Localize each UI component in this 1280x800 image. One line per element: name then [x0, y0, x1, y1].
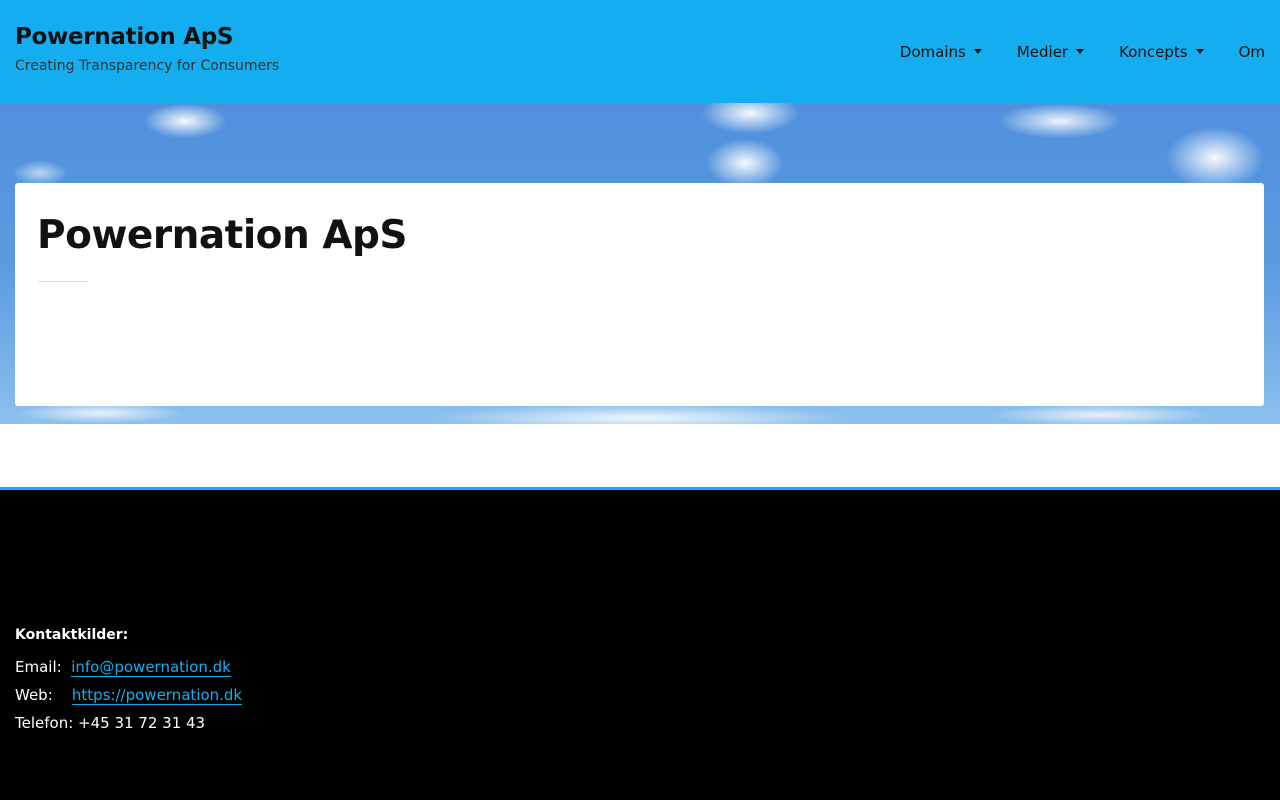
nav-item-om[interactable]: Om [1239, 43, 1265, 61]
web-label: Web: [15, 686, 53, 704]
content-spacer [0, 424, 1280, 487]
page-title: Powernation ApS [37, 213, 408, 258]
email-row: Email: info@powernation.dk [15, 653, 242, 681]
nav-item-medier[interactable]: Medier [1016, 43, 1085, 61]
brand-title-link[interactable]: Powernation ApS [15, 24, 233, 50]
contact-block: Kontaktkilder: Email: info@powernation.d… [15, 627, 243, 737]
nav-item-domains[interactable]: Domains [900, 43, 982, 61]
content-card: Powernation ApS [15, 183, 1264, 406]
nav-item-label: Om [1238, 43, 1265, 61]
site-footer: Kontaktkilder: Email: info@powernation.d… [0, 487, 1280, 800]
nav-item-label: Medier [1016, 43, 1069, 61]
caret-down-icon [1076, 48, 1085, 54]
nav-item-koncepts[interactable]: Koncepts [1119, 43, 1204, 61]
nav-item-label: Koncepts [1119, 43, 1188, 61]
brand-tagline: Creating Transparency for Consumers [15, 58, 280, 74]
email-link[interactable]: info@powernation.dk [71, 658, 231, 677]
title-divider [38, 281, 88, 282]
email-label: Email: [15, 658, 62, 676]
caret-down-icon [973, 48, 982, 54]
contact-heading: Kontaktkilder: [15, 627, 129, 643]
phone-row: Telefon: +45 31 72 31 43 [15, 714, 206, 732]
web-row: Web: https://powernation.dk [15, 681, 243, 709]
caret-down-icon [1195, 48, 1204, 54]
nav-item-label: Domains [899, 43, 966, 61]
web-link[interactable]: https://powernation.dk [71, 686, 243, 705]
site-header: Powernation ApS Creating Transparency fo… [0, 0, 1280, 103]
main-nav: Domains Medier Koncepts Om [865, 43, 1265, 61]
